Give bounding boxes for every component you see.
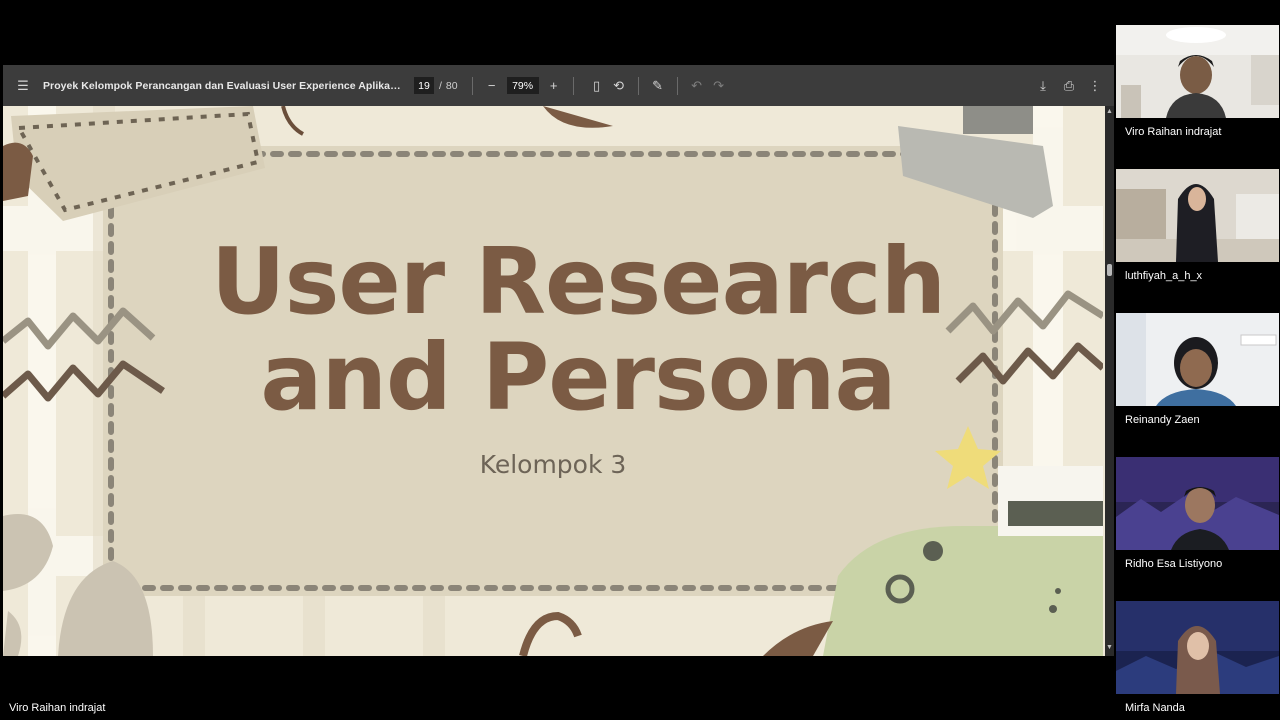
participant-video-5[interactable] xyxy=(1116,601,1279,694)
page-separator: / xyxy=(439,79,442,92)
more-options-icon[interactable]: ⋮ xyxy=(1084,75,1106,97)
redo-icon[interactable]: ↷ xyxy=(708,75,730,97)
scroll-up-icon[interactable]: ▲ xyxy=(1105,108,1114,115)
annotate-icon[interactable]: ✎ xyxy=(647,75,669,97)
participant-video-4[interactable] xyxy=(1116,457,1279,550)
scroll-thumb[interactable] xyxy=(1107,264,1112,276)
participant-4-avatar xyxy=(1116,457,1279,550)
participant-name-1: Viro Raihan indrajat xyxy=(1125,126,1222,138)
slide-title: User Research and Persona xyxy=(198,234,958,426)
participant-video-2[interactable] xyxy=(1116,169,1279,262)
download-icon[interactable]: ⤓ xyxy=(1032,75,1054,97)
zoom-level-input[interactable]: 79% xyxy=(506,77,539,94)
participant-2-avatar xyxy=(1116,169,1279,262)
pdf-page[interactable]: User Research and Persona Kelompok 3 xyxy=(3,106,1114,656)
participant-video-3[interactable] xyxy=(1116,313,1279,406)
document-title: Proyek Kelompok Perancangan dan Evaluasi… xyxy=(43,79,401,92)
rotate-icon[interactable]: ⟲ xyxy=(608,75,630,97)
participant-1-avatar xyxy=(1116,25,1279,118)
print-icon[interactable]: ⎙ xyxy=(1058,75,1080,97)
toolbar-divider xyxy=(471,76,473,95)
toolbar-divider xyxy=(572,76,574,95)
zoom-out-icon[interactable]: − xyxy=(481,75,503,97)
fit-page-icon[interactable]: ▯ xyxy=(586,75,608,97)
vertical-scrollbar[interactable]: ▲ ▼ xyxy=(1105,106,1114,656)
toolbar-divider xyxy=(637,76,639,95)
presenter-name: Viro Raihan indrajat xyxy=(9,702,106,714)
current-page-input[interactable]: 19 xyxy=(414,77,434,94)
pdf-toolbar: ☰ Proyek Kelompok Perancangan dan Evalua… xyxy=(3,65,1114,106)
undo-icon[interactable]: ↶ xyxy=(686,75,708,97)
toolbar-divider xyxy=(676,76,678,95)
participant-name-4: Ridho Esa Listiyono xyxy=(1125,558,1223,570)
slide-title-line-1: User Research xyxy=(210,228,946,335)
pdf-viewer: ☰ Proyek Kelompok Perancangan dan Evalua… xyxy=(3,65,1114,656)
participant-name-2: luthfiyah_a_h_x xyxy=(1125,270,1203,282)
total-pages: 80 xyxy=(445,79,458,92)
zoom-in-icon[interactable]: + xyxy=(543,75,565,97)
participant-name-5: Mirfa Nanda xyxy=(1125,702,1185,714)
participant-3-avatar xyxy=(1116,313,1279,406)
participant-video-1[interactable] xyxy=(1116,25,1279,118)
scroll-down-icon[interactable]: ▼ xyxy=(1105,644,1114,651)
participant-name-3: Reinandy Zaen xyxy=(1125,414,1200,426)
slide-subtitle: Kelompok 3 xyxy=(479,450,627,479)
slide-title-line-2: and Persona xyxy=(260,324,896,431)
menu-icon[interactable]: ☰ xyxy=(12,75,34,97)
participant-5-avatar xyxy=(1116,601,1279,694)
